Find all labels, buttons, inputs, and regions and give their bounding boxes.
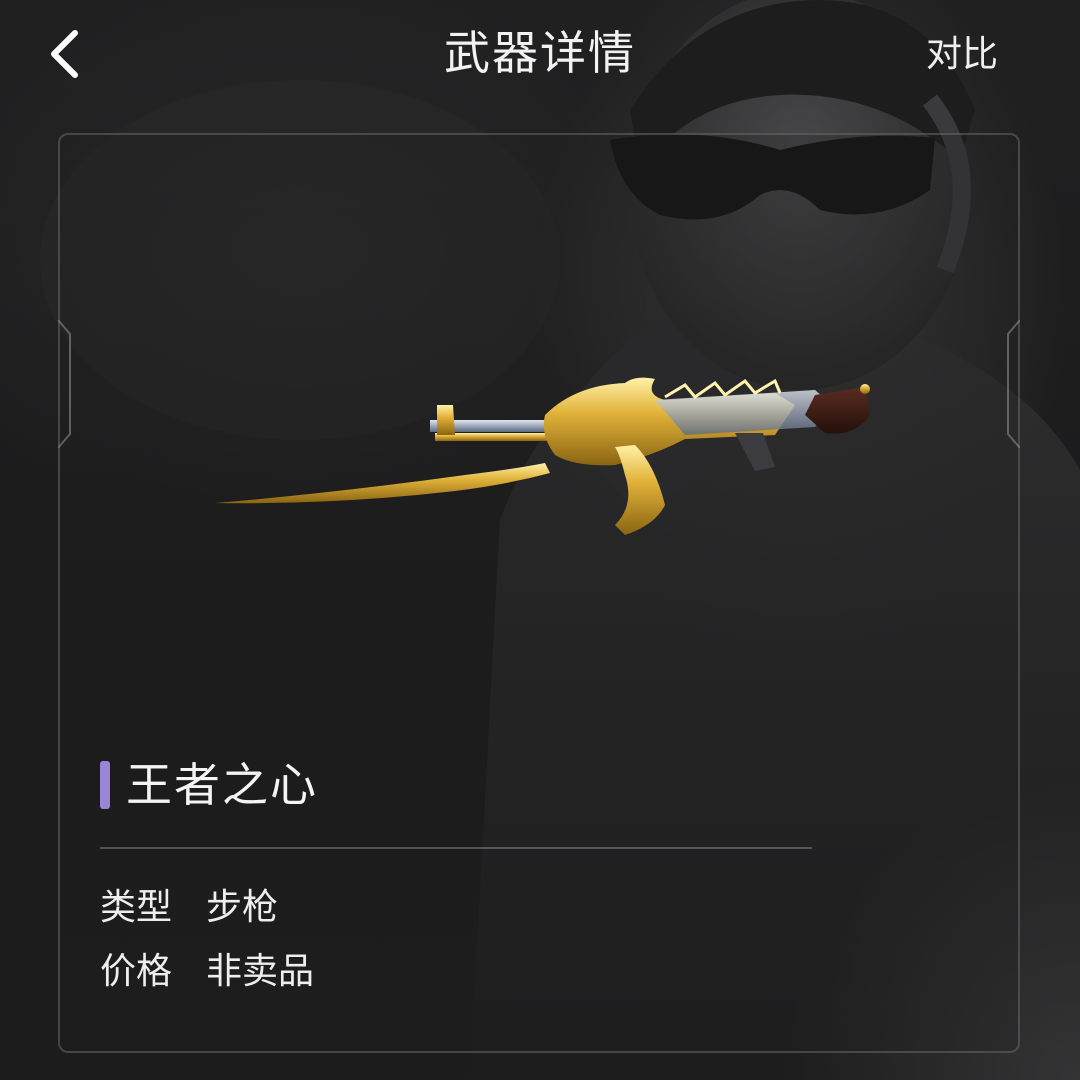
weapon-card: 王者之心 类型 步枪 价格 非卖品 <box>58 133 1020 1053</box>
attribute-label: 价格 <box>100 951 173 992</box>
compare-button[interactable]: 对比 <box>926 30 998 80</box>
card-notch-left <box>58 320 71 448</box>
attribute-value: 非卖品 <box>206 951 315 992</box>
name-accent-bar <box>100 761 110 809</box>
weapon-image <box>215 377 870 535</box>
divider <box>100 847 812 849</box>
attribute-label: 类型 <box>100 887 173 928</box>
top-bar: 武器详情 对比 <box>0 0 1080 110</box>
attribute-row-type: 类型 步枪 <box>100 883 278 933</box>
page-title: 武器详情 <box>444 26 636 80</box>
attribute-row-price: 价格 非卖品 <box>100 947 314 997</box>
weapon-name: 王者之心 <box>126 758 318 812</box>
weapon-detail-screen: 武器详情 对比 王者之心 类型 步枪 价格 非卖品 <box>0 0 1080 1080</box>
card-notch-right <box>1007 320 1020 448</box>
weapon-name-row: 王者之心 <box>100 755 318 815</box>
attribute-value: 步枪 <box>206 887 279 928</box>
